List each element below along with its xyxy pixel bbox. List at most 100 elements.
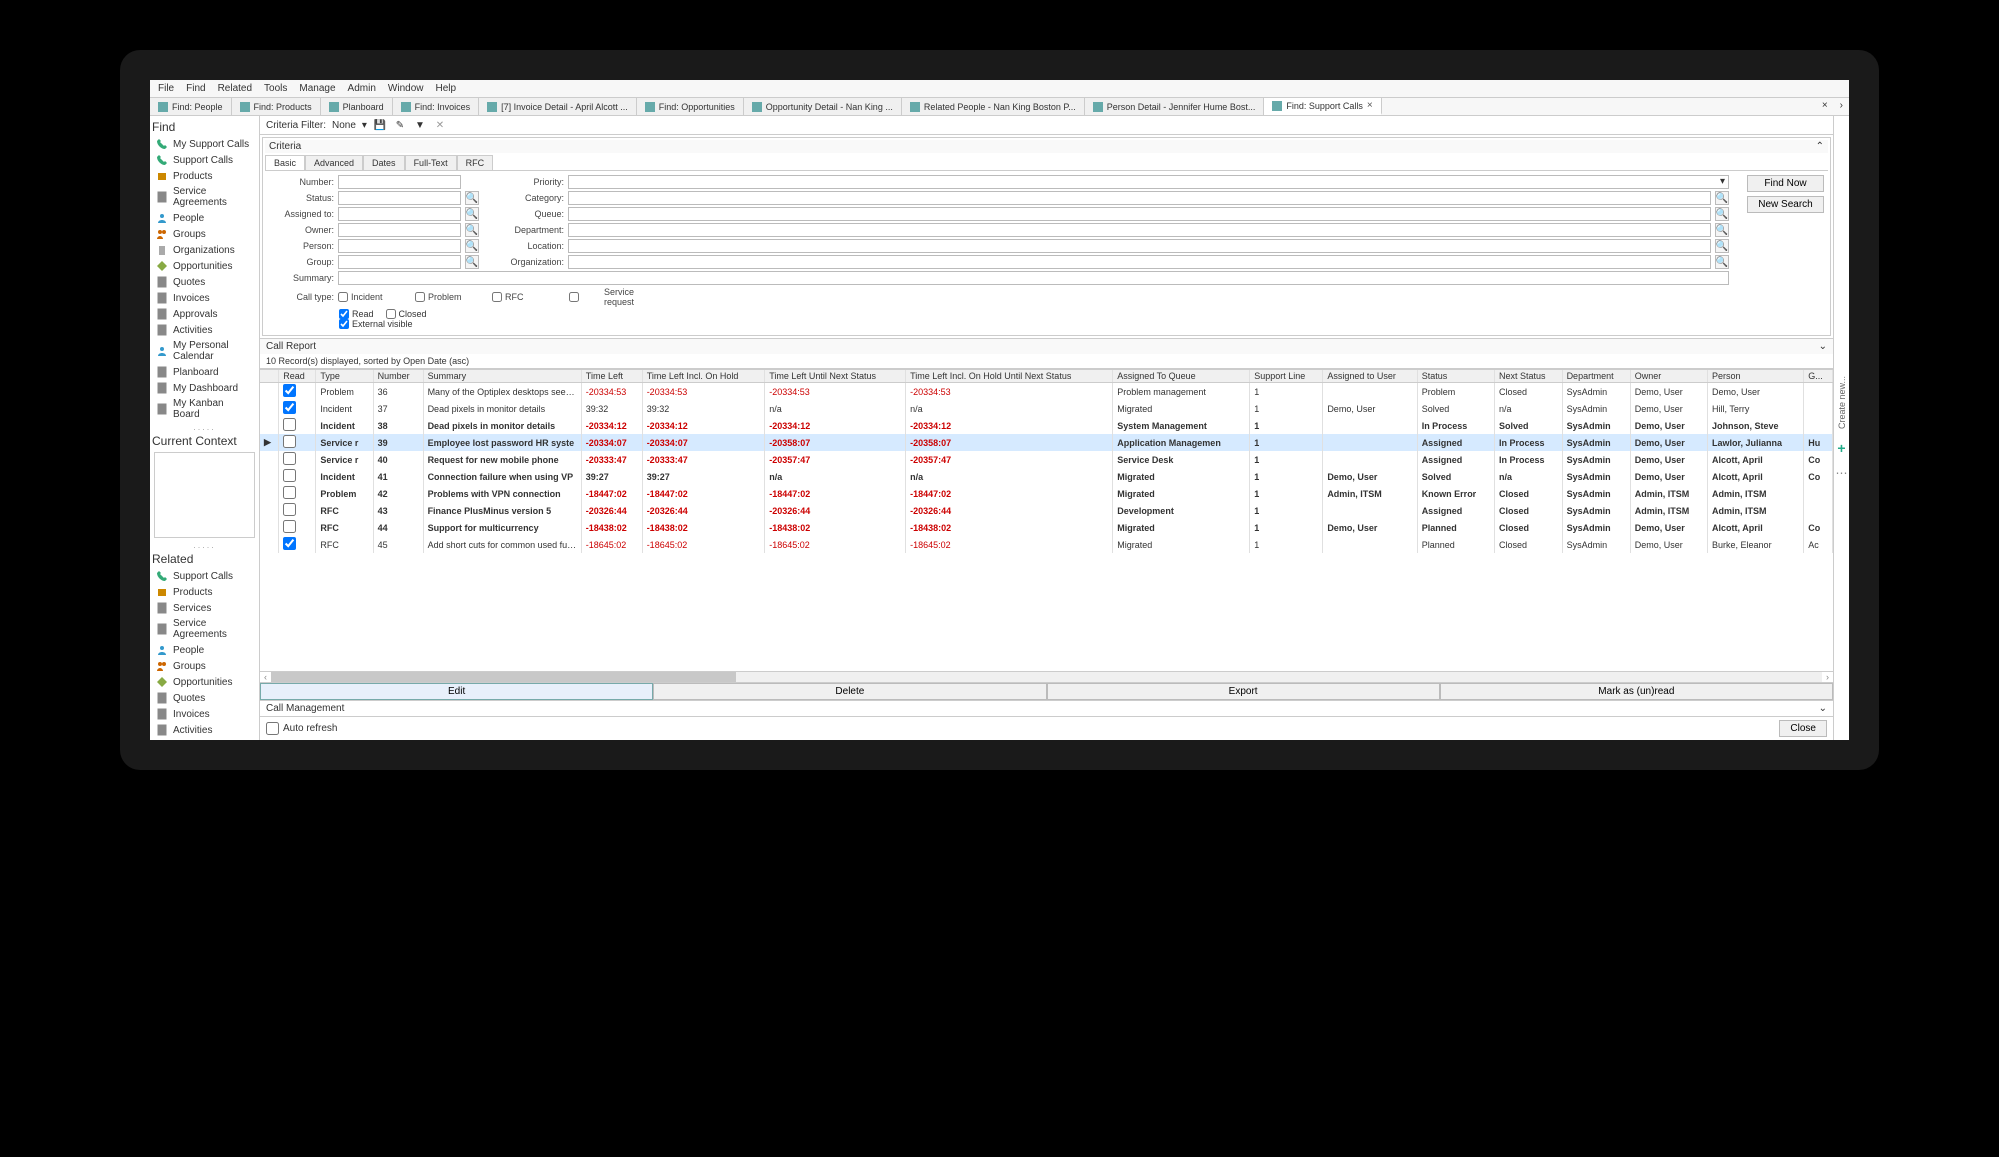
check-rfc[interactable]: RFC xyxy=(492,287,557,307)
related-item-support-calls[interactable]: Support Calls xyxy=(152,568,257,584)
lookup-icon[interactable]: 🔍 xyxy=(465,191,479,205)
column-header[interactable]: Assigned to User xyxy=(1323,370,1417,383)
checkbox-input[interactable] xyxy=(415,292,425,302)
read-checkbox[interactable] xyxy=(283,503,296,516)
edit-filter-icon[interactable]: ✎ xyxy=(393,118,407,132)
read-checkbox[interactable] xyxy=(283,418,296,431)
criteria-tab-advanced[interactable]: Advanced xyxy=(305,155,363,170)
check-problem[interactable]: Problem xyxy=(415,287,480,307)
related-item-groups[interactable]: Groups xyxy=(152,658,257,674)
auto-refresh-checkbox[interactable]: Auto refresh xyxy=(266,722,337,735)
check-incident[interactable]: Incident xyxy=(338,287,403,307)
close-all-icon[interactable]: × xyxy=(1816,98,1834,115)
column-header[interactable]: G... xyxy=(1804,370,1833,383)
check-service-request[interactable]: Service request xyxy=(569,287,634,307)
read-checkbox[interactable] xyxy=(283,486,296,499)
priority-select[interactable]: ▾ xyxy=(568,175,1729,189)
tab-3[interactable]: Find: Invoices xyxy=(393,98,480,115)
collapse-icon[interactable]: ⌄ xyxy=(1819,341,1827,352)
table-row[interactable]: Problem36Many of the Optiplex desktops s… xyxy=(260,383,1833,401)
criteria-input-5[interactable] xyxy=(338,255,461,269)
lookup-icon[interactable]: 🔍 xyxy=(1715,239,1729,253)
sidebar-item-people[interactable]: People xyxy=(152,210,257,226)
column-header[interactable]: Person xyxy=(1708,370,1804,383)
check-external-visible[interactable]: External visible xyxy=(339,319,413,329)
column-header[interactable]: Type xyxy=(316,370,373,383)
sidebar-item-organizations[interactable]: Organizations xyxy=(152,242,257,258)
check-closed[interactable]: Closed xyxy=(386,309,427,319)
checkbox-input[interactable] xyxy=(338,292,348,302)
find-now-button[interactable]: Find Now xyxy=(1747,175,1824,192)
table-row[interactable]: Incident38Dead pixels in monitor details… xyxy=(260,417,1833,434)
related-item-products[interactable]: Products xyxy=(152,584,257,600)
read-checkbox[interactable] xyxy=(283,537,296,550)
read-checkbox[interactable] xyxy=(283,520,296,533)
table-row[interactable]: Problem42Problems with VPN connection-18… xyxy=(260,485,1833,502)
criteria-input-4[interactable] xyxy=(338,239,461,253)
check-read[interactable]: Read xyxy=(339,309,374,319)
results-grid[interactable]: ReadTypeNumberSummaryTime LeftTime Left … xyxy=(260,369,1833,671)
sidebar-item-planboard[interactable]: Planboard xyxy=(152,364,257,380)
column-header[interactable]: Number xyxy=(373,370,423,383)
column-header[interactable]: Time Left Incl. On Hold xyxy=(642,370,765,383)
criteria-input-right-3[interactable] xyxy=(568,223,1711,237)
criteria-input-right-1[interactable] xyxy=(568,191,1711,205)
column-header[interactable] xyxy=(260,370,279,383)
collapse-icon[interactable]: ⌃ xyxy=(1816,141,1824,152)
close-icon[interactable]: × xyxy=(1367,100,1373,111)
table-row[interactable]: RFC44Support for multicurrency-18438:02-… xyxy=(260,519,1833,536)
related-item-quotes[interactable]: Quotes xyxy=(152,690,257,706)
criteria-tab-full-text[interactable]: Full-Text xyxy=(405,155,457,170)
criteria-input-3[interactable] xyxy=(338,223,461,237)
lookup-icon[interactable]: 🔍 xyxy=(1715,207,1729,221)
checkbox-input[interactable] xyxy=(569,292,579,302)
lookup-icon[interactable]: 🔍 xyxy=(1715,191,1729,205)
collapse-icon[interactable]: ⌄ xyxy=(1819,703,1827,714)
column-header[interactable]: Assigned To Queue xyxy=(1113,370,1250,383)
related-item-services[interactable]: Services xyxy=(152,600,257,616)
menu-window[interactable]: Window xyxy=(388,83,424,94)
related-item-opportunities[interactable]: Opportunities xyxy=(152,674,257,690)
table-row[interactable]: Incident41Connection failure when using … xyxy=(260,468,1833,485)
menu-admin[interactable]: Admin xyxy=(348,83,376,94)
related-item-people[interactable]: People xyxy=(152,642,257,658)
sidebar-item-my-kanban-board[interactable]: My Kanban Board xyxy=(152,396,257,422)
sidebar-item-support-calls[interactable]: Support Calls xyxy=(152,152,257,168)
read-checkbox[interactable] xyxy=(283,384,296,397)
menu-find[interactable]: Find xyxy=(186,83,205,94)
edit-button[interactable]: Edit xyxy=(260,683,653,700)
lookup-icon[interactable]: 🔍 xyxy=(1715,255,1729,269)
criteria-input-2[interactable] xyxy=(338,207,461,221)
sidebar-item-my-dashboard[interactable]: My Dashboard xyxy=(152,380,257,396)
export-button[interactable]: Export xyxy=(1047,683,1440,700)
save-filter-icon[interactable]: 💾 xyxy=(373,118,387,132)
sidebar-item-invoices[interactable]: Invoices xyxy=(152,290,257,306)
table-row[interactable]: ▶Service r39Employee lost password HR sy… xyxy=(260,434,1833,451)
sidebar-item-my-support-calls[interactable]: My Support Calls xyxy=(152,136,257,152)
criteria-input-right-5[interactable] xyxy=(568,255,1711,269)
tab-2[interactable]: Planboard xyxy=(321,98,393,115)
tab-0[interactable]: Find: People xyxy=(150,98,232,115)
related-item-activities[interactable]: Activities xyxy=(152,722,257,738)
menu-related[interactable]: Related xyxy=(218,83,252,94)
horizontal-scrollbar[interactable]: ‹› xyxy=(260,671,1833,682)
column-header[interactable]: Read xyxy=(279,370,316,383)
read-checkbox[interactable] xyxy=(283,469,296,482)
tab-4[interactable]: [7] Invoice Detail - April Alcott ... xyxy=(479,98,637,115)
table-row[interactable]: Incident37Dead pixels in monitor details… xyxy=(260,400,1833,417)
checkbox-input[interactable] xyxy=(492,292,502,302)
tab-7[interactable]: Related People - Nan King Boston P... xyxy=(902,98,1085,115)
sidebar-item-quotes[interactable]: Quotes xyxy=(152,274,257,290)
menu-manage[interactable]: Manage xyxy=(299,83,335,94)
summary-input[interactable] xyxy=(338,271,1729,285)
sidebar-item-service-agreements[interactable]: Service Agreements xyxy=(152,184,257,210)
sidebar-item-opportunities[interactable]: Opportunities xyxy=(152,258,257,274)
funnel-icon[interactable]: ▼ xyxy=(413,118,427,132)
column-header[interactable]: Time Left Incl. On Hold Until Next Statu… xyxy=(906,370,1113,383)
table-row[interactable]: Service r40Request for new mobile phone-… xyxy=(260,451,1833,468)
menu-tools[interactable]: Tools xyxy=(264,83,287,94)
checkbox-input[interactable] xyxy=(386,309,396,319)
checkbox-input[interactable] xyxy=(339,309,349,319)
delete-button[interactable]: Delete xyxy=(653,683,1046,700)
related-item-service-agreements[interactable]: Service Agreements xyxy=(152,616,257,642)
